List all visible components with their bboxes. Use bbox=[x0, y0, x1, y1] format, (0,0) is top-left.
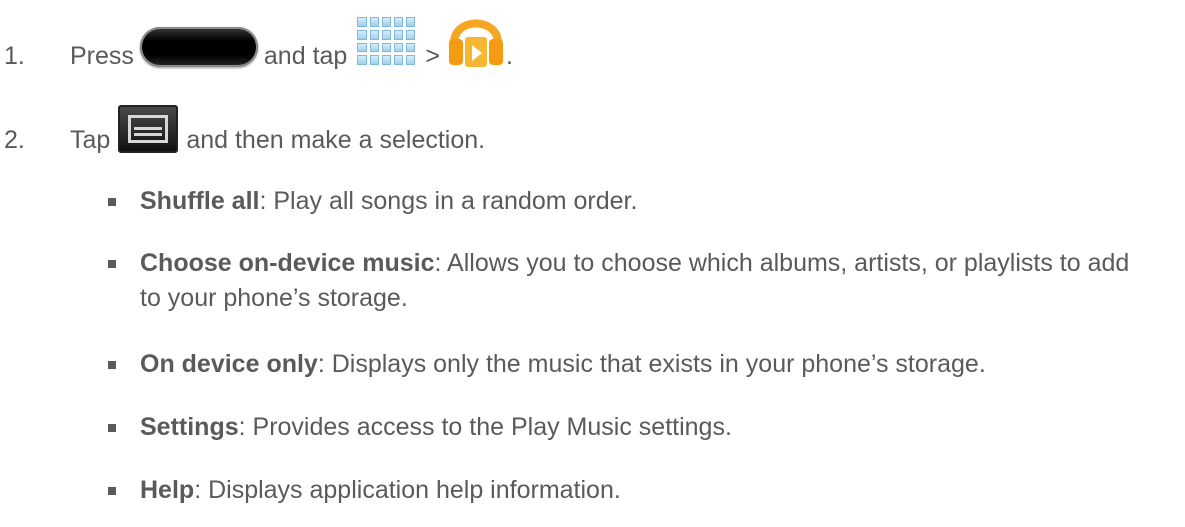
play-music-headphones-icon bbox=[446, 3, 506, 69]
option-term: Help bbox=[140, 476, 195, 504]
step-number: 1. bbox=[4, 42, 25, 70]
bullet-icon bbox=[108, 198, 116, 206]
step-text-arrow: > bbox=[425, 42, 440, 70]
list-item: Settings: Provides access to the Play Mu… bbox=[108, 410, 1150, 445]
menu-key-icon bbox=[118, 105, 179, 153]
option-desc: : Displays application help information. bbox=[194, 476, 621, 504]
bullet-icon bbox=[108, 260, 116, 268]
step-text-make-selection: and then make a selection. bbox=[186, 126, 486, 154]
bullet-icon bbox=[108, 424, 116, 432]
bullet-icon bbox=[108, 361, 116, 369]
apps-grid-icon bbox=[355, 15, 417, 67]
option-term: Settings bbox=[140, 413, 239, 441]
option-desc: : Play all songs in a random order. bbox=[259, 187, 638, 215]
list-item: Shuffle all: Play all songs in a random … bbox=[108, 184, 1150, 219]
list-item: Choose on-device music: Allows you to ch… bbox=[108, 246, 1150, 316]
option-desc: : Displays only the music that exists in… bbox=[317, 350, 986, 378]
option-term: Choose on-device music bbox=[140, 249, 435, 277]
step-text-tap: Tap bbox=[70, 126, 111, 154]
step-2: 2. Tap and then make a selection. bbox=[0, 105, 485, 155]
home-key-icon bbox=[139, 27, 258, 67]
step-1: 1. Press and tap > . bbox=[0, 5, 513, 71]
list-item: On device only: Displays only the music … bbox=[108, 347, 1150, 382]
option-desc: : Provides access to the Play Music sett… bbox=[238, 413, 732, 441]
step-number: 2. bbox=[4, 126, 25, 154]
list-item: Help: Displays application help informat… bbox=[108, 473, 1150, 508]
bullet-icon bbox=[108, 487, 116, 495]
step-text-and-tap: and tap bbox=[263, 42, 348, 70]
step-text-press: Press bbox=[70, 42, 134, 70]
step-text-period: . bbox=[505, 42, 513, 70]
option-term: Shuffle all bbox=[140, 187, 260, 215]
option-term: On device only bbox=[140, 350, 318, 378]
